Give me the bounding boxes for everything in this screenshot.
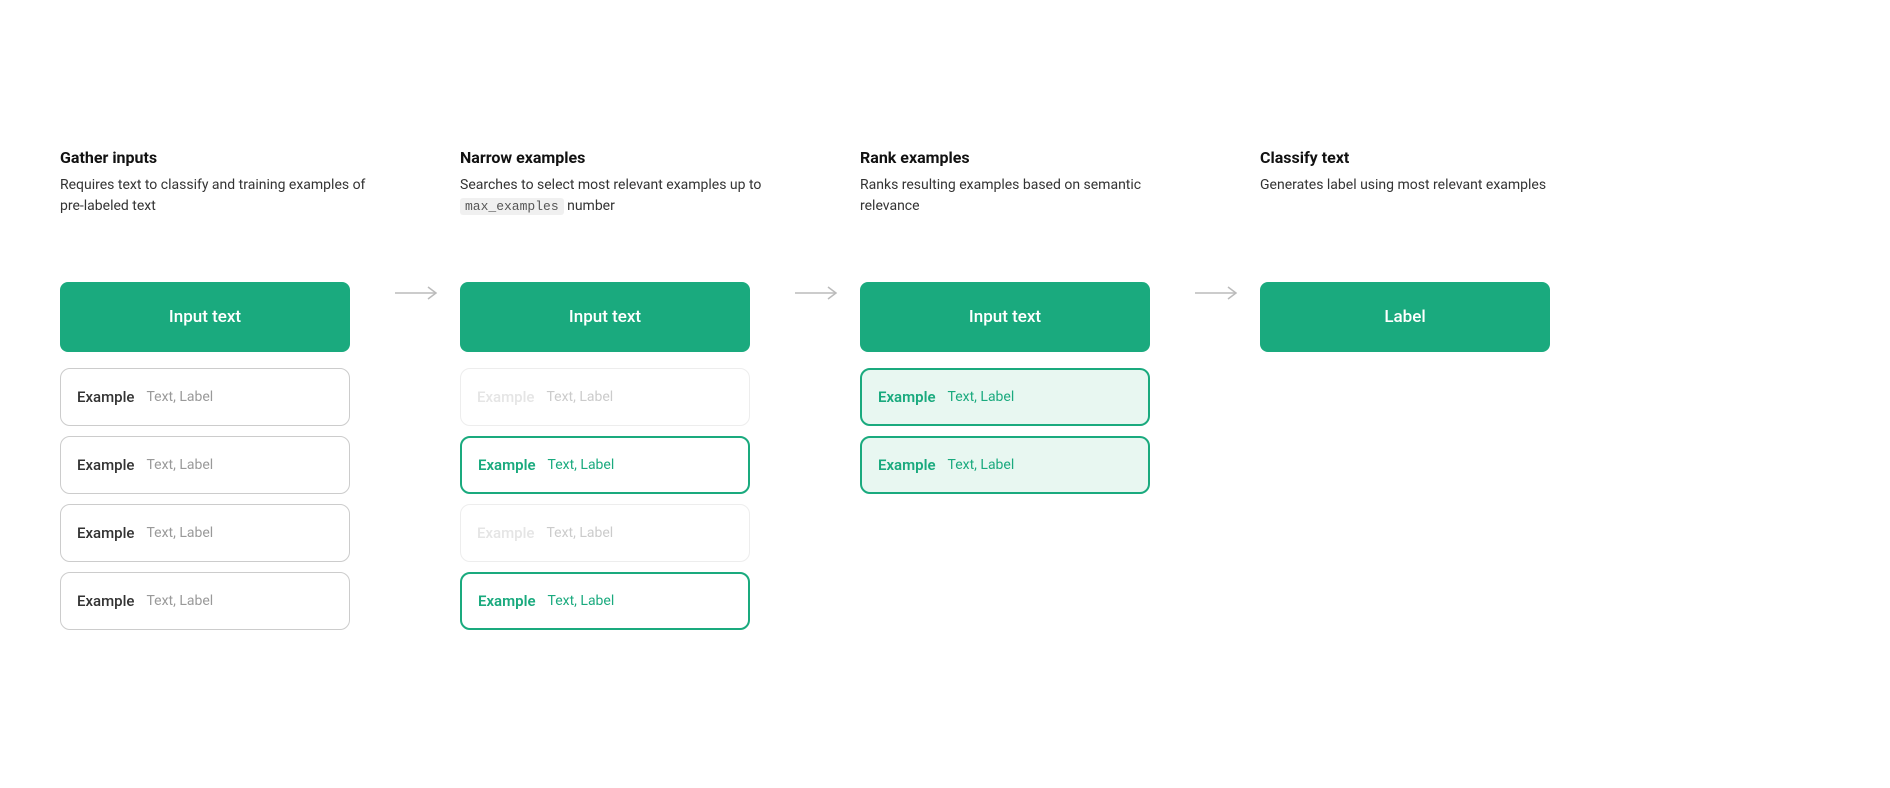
gather-example-1: Example Text, Label	[60, 368, 350, 426]
gather-ex1-value: Text, Label	[146, 389, 213, 405]
stage-gather-header: Gather inputs Requires text to classify …	[60, 148, 380, 258]
stage-narrow-title: Narrow examples	[460, 148, 780, 167]
narrow-input-box: Input text	[460, 282, 750, 352]
narrow-example-2: Example Text, Label	[460, 436, 750, 494]
stage-gather-title: Gather inputs	[60, 148, 380, 167]
gather-ex1-label: Example	[77, 388, 134, 406]
narrow-ex3-value: Text, Label	[546, 525, 613, 541]
gather-example-2: Example Text, Label	[60, 436, 350, 494]
arrow-3-icon	[1195, 283, 1245, 303]
gather-ex3-label: Example	[77, 524, 134, 542]
arrow-1	[380, 148, 460, 303]
narrow-code: max_examples	[460, 198, 564, 215]
rank-example-2: Example Text, Label	[860, 436, 1150, 494]
stage-classify-desc: Generates label using most relevant exam…	[1260, 175, 1546, 196]
narrow-input-label: Input text	[569, 307, 641, 327]
gather-ex3-value: Text, Label	[146, 525, 213, 541]
gather-ex4-label: Example	[77, 592, 134, 610]
arrow-2	[780, 148, 860, 303]
gather-ex4-value: Text, Label	[146, 593, 213, 609]
narrow-ex2-value: Text, Label	[548, 457, 615, 473]
gather-ex2-value: Text, Label	[146, 457, 213, 473]
stage-narrow-header: Narrow examples Searches to select most …	[460, 148, 780, 258]
stage-rank: Rank examples Ranks resulting examples b…	[860, 148, 1180, 504]
stage-narrow-desc: Searches to select most relevant example…	[460, 175, 780, 217]
narrow-ex3-label: Example	[477, 524, 534, 542]
stage-rank-title: Rank examples	[860, 148, 1180, 167]
narrow-example-1: Example Text, Label	[460, 368, 750, 426]
narrow-example-3: Example Text, Label	[460, 504, 750, 562]
rank-ex1-value: Text, Label	[948, 389, 1015, 405]
rank-input-box: Input text	[860, 282, 1150, 352]
arrow-2-icon	[795, 283, 845, 303]
stage-classify-title: Classify text	[1260, 148, 1546, 167]
stage-rank-desc: Ranks resulting examples based on semant…	[860, 175, 1180, 217]
gather-example-4: Example Text, Label	[60, 572, 350, 630]
gather-ex2-label: Example	[77, 456, 134, 474]
stage-narrow: Narrow examples Searches to select most …	[460, 148, 780, 640]
gather-input-box: Input text	[60, 282, 350, 352]
arrow-3	[1180, 148, 1260, 303]
rank-input-label: Input text	[969, 307, 1041, 327]
narrow-ex1-label: Example	[477, 388, 534, 406]
diagram: Gather inputs Requires text to classify …	[0, 108, 1890, 680]
rank-ex2-value: Text, Label	[948, 457, 1015, 473]
rank-ex2-label: Example	[878, 456, 936, 474]
narrow-ex1-value: Text, Label	[546, 389, 613, 405]
narrow-ex2-label: Example	[478, 456, 536, 474]
stage-gather-desc: Requires text to classify and training e…	[60, 175, 380, 217]
stage-classify-header: Classify text Generates label using most…	[1260, 148, 1546, 258]
stage-rank-header: Rank examples Ranks resulting examples b…	[860, 148, 1180, 258]
stage-classify: Classify text Generates label using most…	[1260, 148, 1580, 352]
rank-ex1-label: Example	[878, 388, 936, 406]
stage-gather: Gather inputs Requires text to classify …	[60, 148, 380, 640]
arrow-1-icon	[395, 283, 445, 303]
classify-output-label: Label	[1384, 307, 1425, 327]
classify-output-box: Label	[1260, 282, 1550, 352]
narrow-example-4: Example Text, Label	[460, 572, 750, 630]
gather-input-label: Input text	[169, 307, 241, 327]
narrow-ex4-label: Example	[478, 592, 536, 610]
rank-example-1: Example Text, Label	[860, 368, 1150, 426]
gather-example-3: Example Text, Label	[60, 504, 350, 562]
narrow-ex4-value: Text, Label	[548, 593, 615, 609]
